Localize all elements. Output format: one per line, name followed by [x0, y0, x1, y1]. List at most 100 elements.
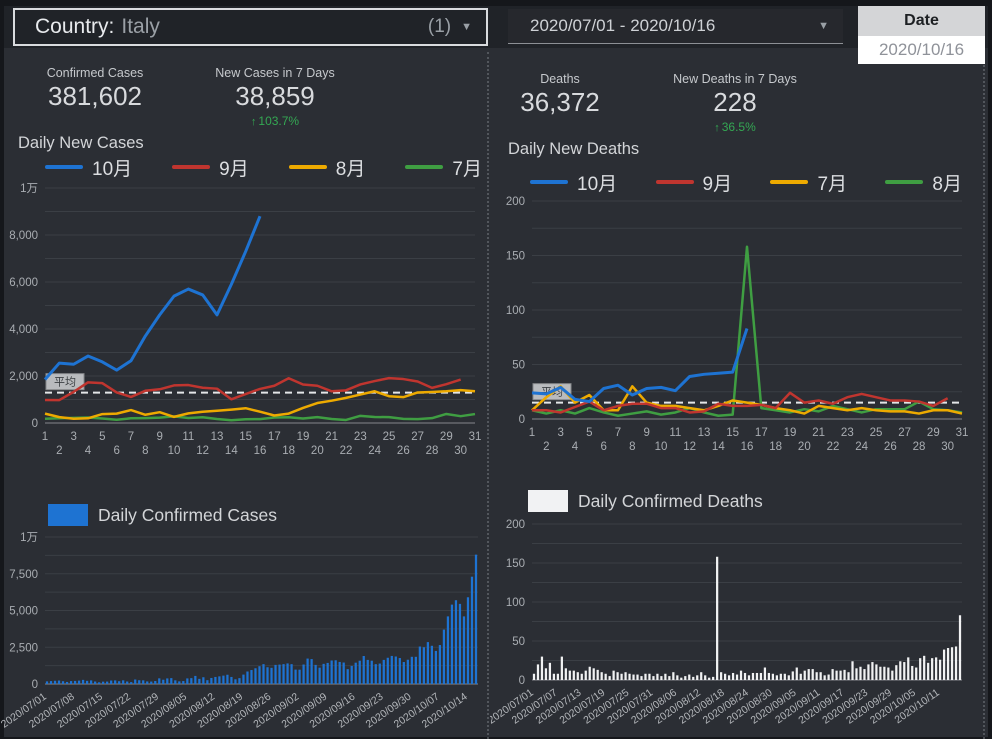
svg-text:100: 100 [506, 597, 525, 609]
daily-confirmed-deaths-chart[interactable]: 0 50 100 150 200 2020/07/012020/07/072020/07/… [490, 514, 992, 739]
svg-text:5: 5 [586, 427, 592, 439]
legend-line-swatch [288, 165, 327, 169]
svg-text:200: 200 [506, 519, 525, 531]
svg-text:21: 21 [325, 431, 338, 443]
svg-text:27: 27 [411, 431, 424, 443]
svg-text:0: 0 [519, 675, 525, 687]
date-range-select[interactable]: 2020/07/01 - 2020/10/16 ▼ [508, 9, 843, 44]
y-axis-labels: 0 2,000 4,000 6,000 8,000 1万 [9, 183, 38, 430]
legend-line-swatch [405, 165, 444, 169]
legend-label: 10月 [92, 158, 133, 180]
svg-text:22: 22 [827, 441, 840, 453]
y-axis-labels: 0 2,500 5,000 7,500 1万 [9, 532, 38, 691]
svg-text:1: 1 [529, 427, 535, 439]
svg-text:3: 3 [557, 427, 563, 439]
x-axis-labels: 1234567891011121314151617181920212223242… [42, 431, 482, 457]
svg-text:16: 16 [254, 445, 267, 457]
svg-text:0: 0 [519, 414, 525, 426]
y-axis-labels: 0 50 100 150 200 [506, 519, 525, 687]
svg-text:8: 8 [142, 445, 148, 457]
svg-text:8: 8 [629, 441, 635, 453]
svg-text:9: 9 [643, 427, 649, 439]
legend-line-swatch [172, 165, 211, 169]
country-select[interactable]: Country: Italy (1) ▼ [13, 8, 488, 46]
svg-text:50: 50 [512, 360, 525, 372]
svg-text:7: 7 [615, 427, 621, 439]
daily-new-cases-title: Daily New Cases [18, 134, 144, 152]
svg-text:4: 4 [572, 441, 579, 453]
svg-text:100: 100 [506, 305, 525, 317]
svg-text:29: 29 [927, 427, 940, 439]
svg-text:5,000: 5,000 [9, 606, 38, 618]
svg-text:2,500: 2,500 [9, 642, 38, 654]
svg-text:18: 18 [282, 445, 295, 457]
gridlines [532, 200, 962, 420]
legend-item-8月[interactable]: 8月 [288, 154, 365, 181]
svg-text:18: 18 [769, 441, 782, 453]
daily-new-deaths-title: Daily New Deaths [508, 140, 640, 158]
legend-label: 7月 [452, 158, 482, 180]
svg-text:12: 12 [196, 445, 209, 457]
blue-bar-swatch [48, 504, 88, 526]
daily-confirmed-deaths-legend[interactable]: Daily Confirmed Deaths [528, 490, 763, 512]
legend-item-7月[interactable]: 7月 [405, 154, 482, 181]
svg-text:14: 14 [712, 441, 725, 453]
svg-text:4: 4 [85, 445, 92, 457]
series-10月[interactable] [43, 215, 262, 381]
legend-label: 9月 [219, 158, 249, 180]
series-10月[interactable] [531, 328, 749, 404]
daily-new-cases-chart[interactable]: 02,0004,0006,0008,0001万12345678910111213… [0, 178, 488, 460]
svg-text:150: 150 [506, 251, 525, 263]
bars[interactable] [532, 556, 962, 680]
svg-text:29: 29 [440, 431, 453, 443]
legend-line-swatch [885, 180, 924, 184]
svg-text:14: 14 [225, 445, 238, 457]
svg-text:23: 23 [354, 431, 367, 443]
svg-text:1万: 1万 [20, 532, 38, 544]
svg-text:30: 30 [454, 445, 467, 457]
svg-text:3: 3 [70, 431, 76, 443]
svg-text:17: 17 [755, 427, 768, 439]
x-axis-labels: 2020/07/012020/07/072020/07/132020/07/19… [490, 687, 942, 727]
svg-text:11: 11 [669, 427, 681, 439]
daily-confirmed-cases-legend[interactable]: Daily Confirmed Cases [48, 504, 277, 526]
svg-text:31: 31 [956, 427, 969, 439]
country-value: Italy [121, 15, 160, 38]
svg-text:26: 26 [884, 441, 897, 453]
date-filter[interactable]: Date 2020/10/16 [858, 6, 985, 64]
svg-text:13: 13 [698, 427, 711, 439]
y-axis-labels: 0 50 100 150 200 [506, 196, 525, 426]
svg-text:7,500: 7,500 [9, 569, 38, 581]
deaths-value: 36,372 [520, 87, 600, 117]
series-lines[interactable] [43, 215, 476, 422]
legend-item-10月[interactable]: 10月 [45, 154, 132, 181]
date-filter-value[interactable]: 2020/10/16 [858, 36, 985, 64]
series-lines[interactable] [531, 245, 963, 417]
svg-text:12: 12 [683, 441, 696, 453]
svg-text:25: 25 [383, 431, 396, 443]
svg-text:28: 28 [426, 445, 439, 457]
gridlines [45, 536, 478, 685]
svg-text:平均: 平均 [54, 376, 76, 389]
chevron-down-icon: ▼ [461, 21, 472, 33]
date-filter-header: Date [858, 6, 985, 36]
confirmed-cases-label: Confirmed Cases [46, 66, 144, 80]
new-cases-change: ↑ 103.7% [250, 114, 300, 128]
country-label: Country: [35, 15, 115, 38]
new-deaths-change: ↑ 36.5% [714, 120, 756, 134]
svg-text:10: 10 [655, 441, 668, 453]
series-8月[interactable] [44, 388, 476, 421]
svg-text:2,000: 2,000 [9, 371, 38, 383]
new-deaths-value: 228 [713, 87, 757, 117]
svg-text:50: 50 [512, 636, 525, 648]
daily-confirmed-cases-chart[interactable]: 0 2,500 5,000 7,500 1万 2020/07/012020/07/0820… [0, 528, 488, 739]
deaths-stat: Deaths 36,372 [505, 72, 615, 118]
svg-text:0: 0 [32, 679, 38, 691]
daily-new-deaths-chart[interactable]: 0501001502001234567891011121314151617181… [490, 190, 990, 466]
svg-text:19: 19 [784, 427, 797, 439]
svg-text:4,000: 4,000 [9, 324, 38, 336]
svg-text:15: 15 [239, 431, 252, 443]
daily-confirmed-deaths-legend-label: Daily Confirmed Deaths [578, 490, 763, 511]
legend-line-swatch [770, 180, 809, 184]
legend-item-9月[interactable]: 9月 [172, 154, 249, 181]
